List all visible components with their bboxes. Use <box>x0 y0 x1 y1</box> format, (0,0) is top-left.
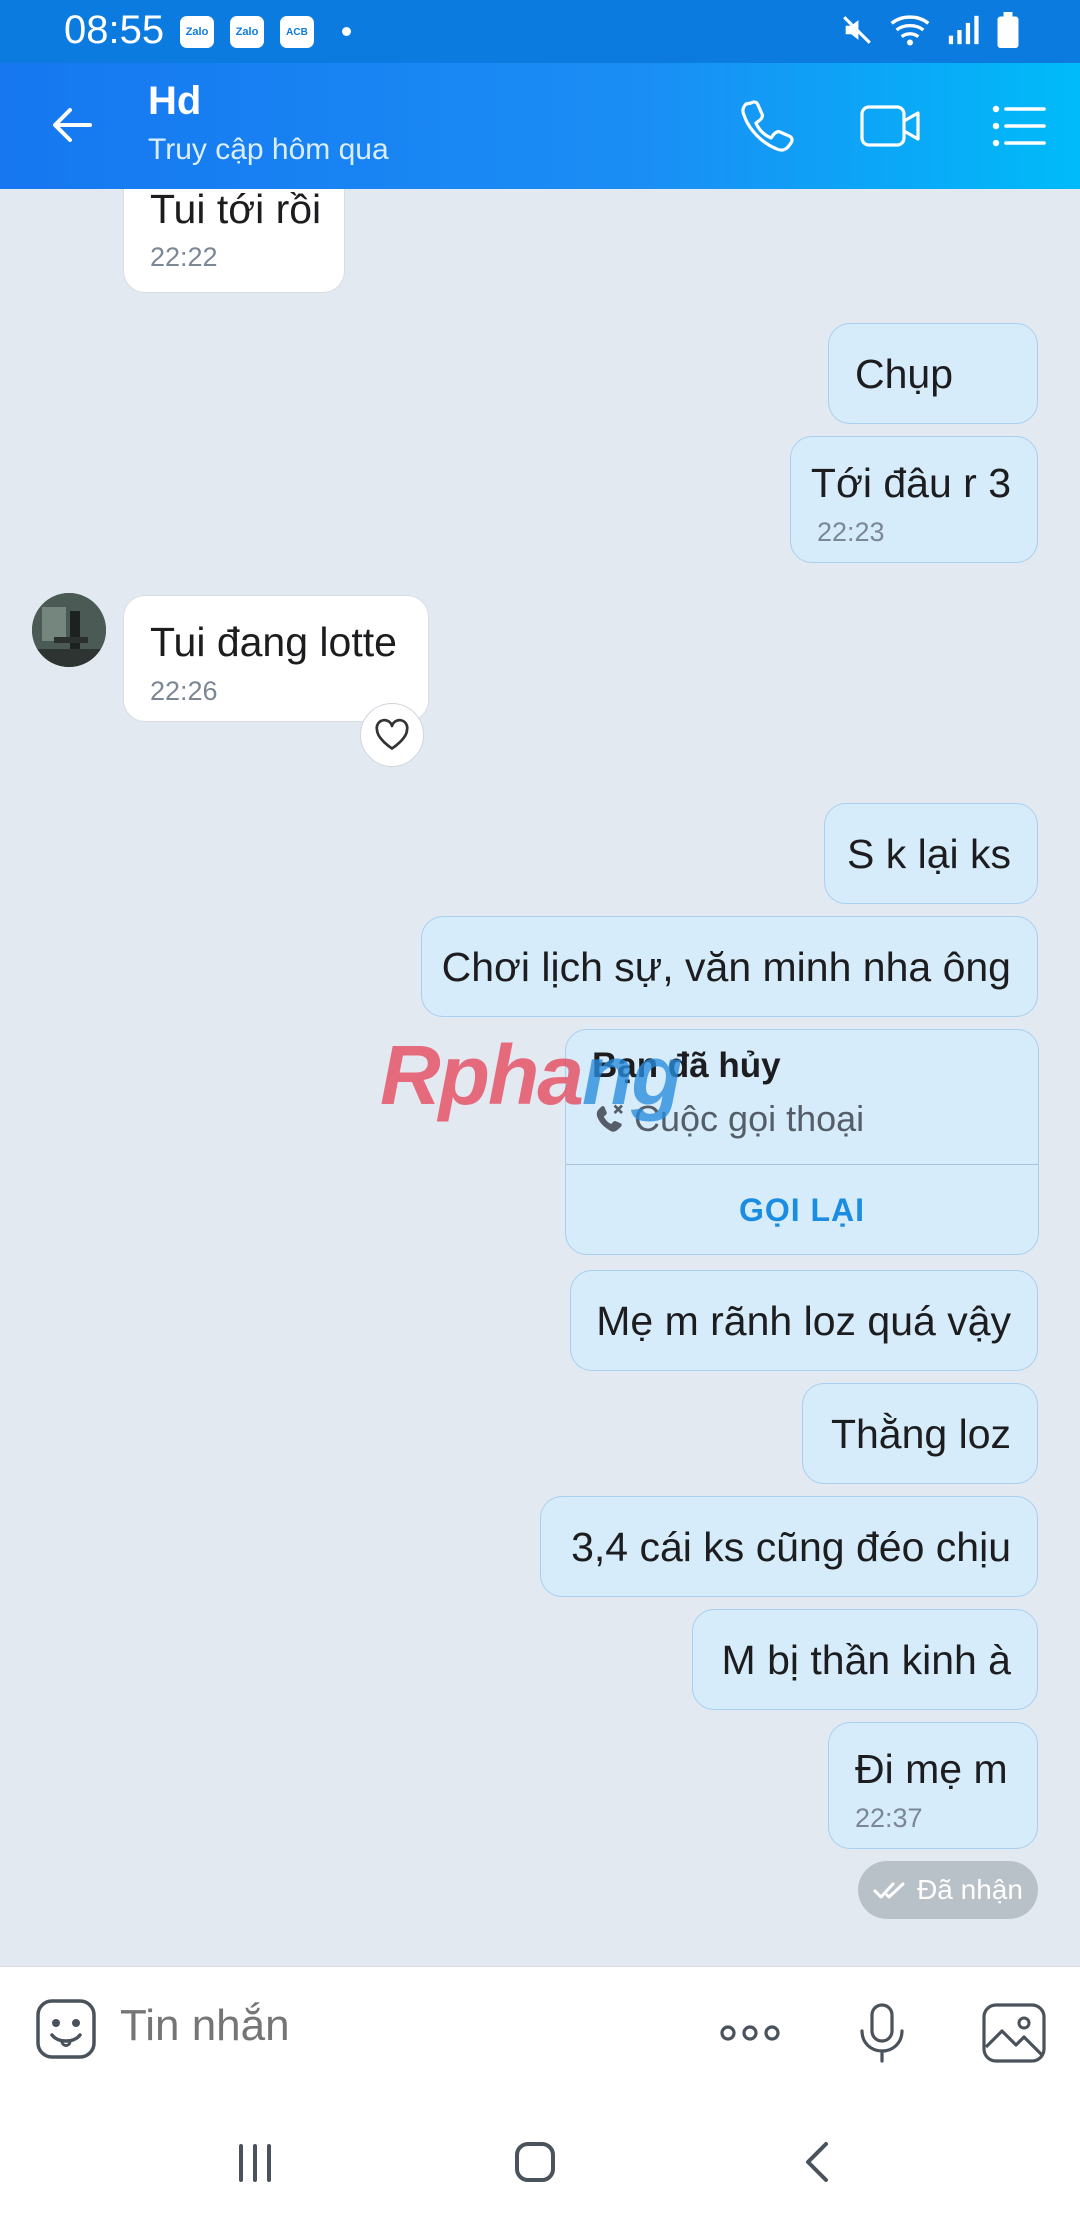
message-text: Tui đang lotte <box>150 619 397 665</box>
message-time: 22:22 <box>150 242 218 272</box>
message-list[interactable]: Tui tới rồi 22:22 Chụp Tới đâu r 3 22:23… <box>0 189 1080 1966</box>
message-text: Tới đâu r 3 <box>810 460 1011 506</box>
menu-list-icon[interactable] <box>986 93 1052 159</box>
more-options-icon[interactable] <box>716 1999 784 2067</box>
message-time: 22:26 <box>150 676 218 706</box>
zalo-notification-icon: Zalo <box>230 16 264 48</box>
message-text: Thằng loz <box>830 1411 1011 1457</box>
heart-icon <box>375 718 409 750</box>
react-heart-button[interactable] <box>360 703 424 767</box>
message-composer <box>0 1966 1080 2098</box>
mute-icon <box>843 16 871 44</box>
contact-avatar[interactable] <box>32 593 106 667</box>
message-bubble-outgoing[interactable]: Chụp <box>828 323 1038 424</box>
battery-icon <box>997 12 1019 48</box>
message-text: Chơi lịch sự, văn minh nha ông <box>441 944 1011 990</box>
message-bubble-outgoing[interactable]: Đi mẹ m 22:37 <box>828 1722 1038 1849</box>
watermark-part1: Rpha <box>380 1028 584 1122</box>
message-text: S k lại ks <box>846 831 1011 877</box>
message-input[interactable] <box>120 2001 680 2051</box>
double-check-icon <box>873 1882 905 1899</box>
message-text: 3,4 cái ks cũng đéo chịu <box>571 1524 1011 1570</box>
message-bubble-outgoing[interactable]: Mẹ m rãnh loz quá vậy <box>570 1270 1038 1371</box>
message-text: M bị thần kinh à <box>721 1637 1011 1683</box>
wifi-icon <box>890 15 930 46</box>
message-bubble-outgoing[interactable]: S k lại ks <box>824 803 1038 904</box>
signal-icon <box>948 15 979 45</box>
last-seen-status: Truy cập hôm qua <box>148 133 389 166</box>
microphone-icon[interactable] <box>848 1999 916 2067</box>
message-bubble-incoming[interactable]: Tui tới rồi 22:22 <box>123 189 345 293</box>
watermark-logo: Rphang <box>380 1027 683 1124</box>
status-time: 08:55 <box>64 8 165 52</box>
video-call-icon[interactable] <box>858 93 924 159</box>
message-time: 22:23 <box>817 517 885 547</box>
status-icons <box>840 12 1020 48</box>
back-arrow-icon[interactable] <box>44 95 104 155</box>
phone-call-icon[interactable] <box>733 93 799 159</box>
more-notifications-dot <box>342 27 351 36</box>
message-text: Mẹ m rãnh loz quá vậy <box>596 1298 1011 1344</box>
message-bubble-incoming[interactable]: Tui đang lotte 22:26 <box>123 595 429 722</box>
contact-name[interactable]: Hd <box>148 79 201 124</box>
watermark-part2: ng <box>582 1028 683 1122</box>
chat-header: Hd Truy cập hôm qua <box>0 63 1080 189</box>
acb-notification-icon: ACB <box>280 16 314 48</box>
message-time: 22:37 <box>855 1803 923 1833</box>
home-icon[interactable] <box>505 2132 565 2192</box>
message-bubble-outgoing[interactable]: Chơi lịch sự, văn minh nha ông <box>421 916 1038 1017</box>
message-bubble-outgoing[interactable]: Tới đâu r 3 22:23 <box>790 436 1038 563</box>
avatar-image <box>32 593 106 667</box>
system-navigation-bar <box>0 2098 1080 2220</box>
delivery-status-badge: Đã nhận <box>858 1861 1038 1919</box>
back-nav-icon[interactable] <box>788 2132 848 2192</box>
call-back-button[interactable]: GỌI LẠI <box>566 1164 1038 1256</box>
recent-apps-icon[interactable] <box>225 2132 285 2192</box>
zalo-notification-icon: Zalo <box>180 16 214 48</box>
message-text: Đi mẹ m <box>855 1746 1008 1792</box>
message-bubble-outgoing[interactable]: M bị thần kinh à <box>692 1609 1038 1710</box>
message-text: Tui tới rồi <box>150 189 322 232</box>
delivery-status-label: Đã nhận <box>917 1874 1023 1905</box>
message-bubble-outgoing[interactable]: Thằng loz <box>802 1383 1038 1484</box>
status-bar: 08:55 Zalo Zalo ACB <box>0 0 1080 63</box>
sticker-emoji-icon[interactable] <box>34 1997 98 2061</box>
message-bubble-outgoing[interactable]: 3,4 cái ks cũng đéo chịu <box>540 1496 1038 1597</box>
image-gallery-icon[interactable] <box>980 1999 1048 2067</box>
message-text: Chụp <box>855 351 954 397</box>
